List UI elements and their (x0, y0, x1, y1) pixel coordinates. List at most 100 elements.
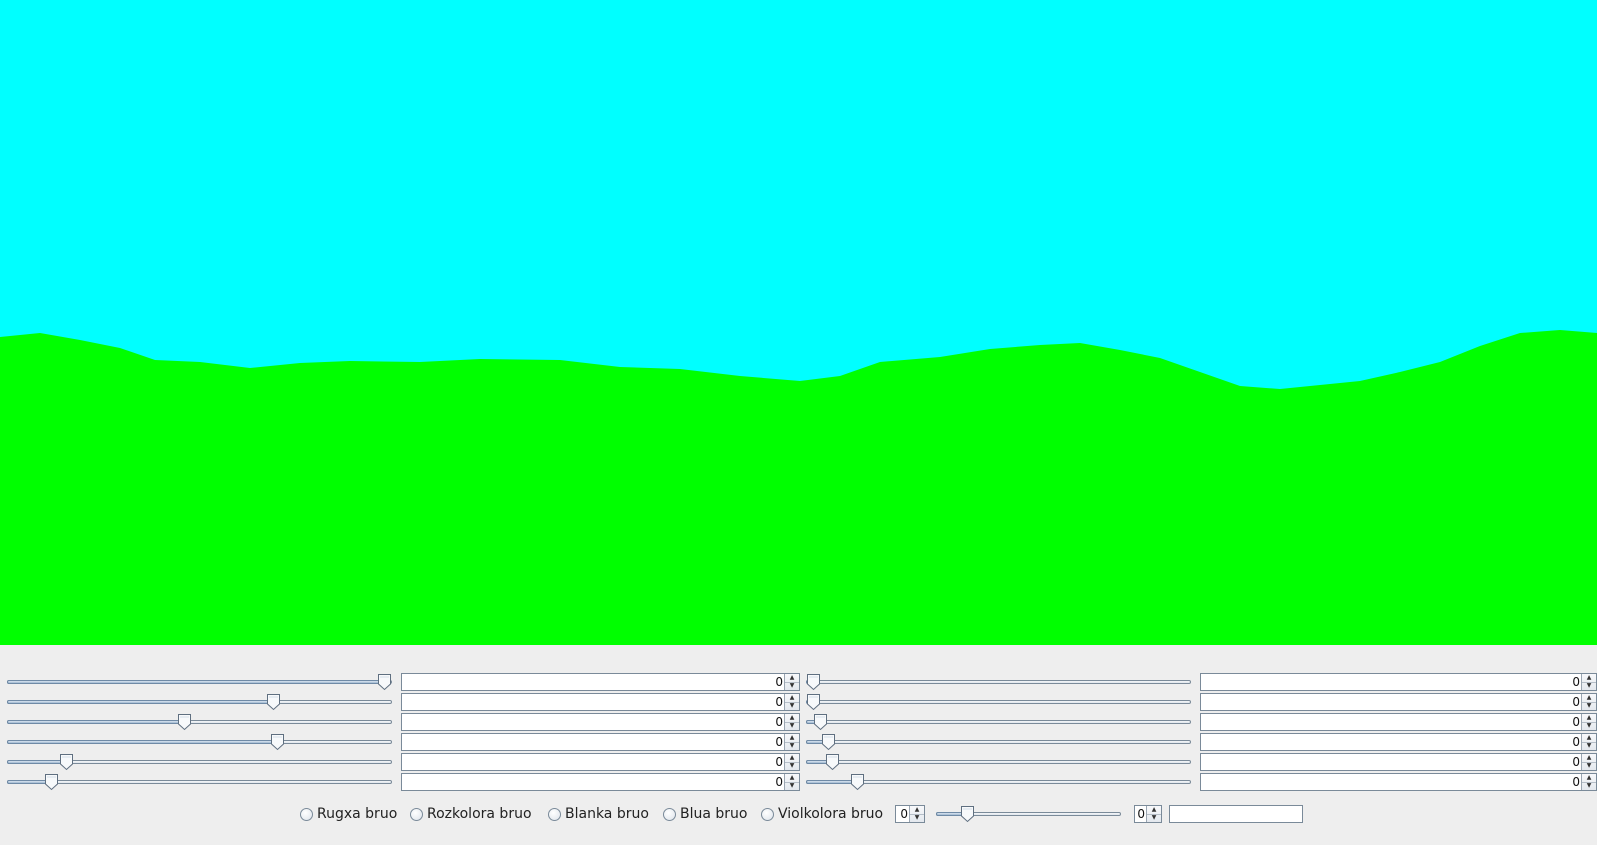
spinner-value[interactable]: 0 (775, 674, 783, 690)
down-arrow-icon[interactable]: ▼ (1582, 742, 1596, 750)
spinner-buttons: ▲ ▼ (1581, 714, 1596, 730)
slider-thumb[interactable] (59, 753, 74, 771)
down-arrow-icon[interactable]: ▼ (1582, 702, 1596, 710)
spinner-value[interactable]: 0 (775, 714, 783, 730)
spinner-buttons: ▲ ▼ (784, 694, 799, 710)
bottom-text-field[interactable] (1169, 805, 1303, 823)
spinner-value[interactable]: 0 (900, 806, 908, 822)
spinner-value[interactable]: 0 (775, 734, 783, 750)
slider-thumb[interactable] (806, 673, 821, 691)
radio-circle[interactable] (300, 808, 313, 821)
slider-thumb[interactable] (850, 773, 865, 791)
spinner-buttons: ▲ ▼ (1581, 734, 1596, 750)
down-arrow-icon[interactable]: ▼ (785, 682, 799, 690)
left-spinner-3[interactable]: 0 ▲ ▼ (401, 713, 800, 731)
text-field-value[interactable] (1170, 810, 1173, 824)
spinner-value[interactable]: 0 (1572, 734, 1580, 750)
spinner-buttons: ▲ ▼ (784, 674, 799, 690)
right-spinner-3[interactable]: 0 ▲ ▼ (1200, 713, 1597, 731)
left-spinner-2[interactable]: 0 ▲ ▼ (401, 693, 800, 711)
slider-thumb[interactable] (377, 673, 392, 691)
slider-track[interactable] (806, 720, 1191, 724)
left-spinner-1[interactable]: 0 ▲ ▼ (401, 673, 800, 691)
down-arrow-icon[interactable]: ▼ (785, 742, 799, 750)
right-slider-4[interactable] (806, 733, 1191, 751)
spinner-value[interactable]: 0 (1137, 806, 1145, 822)
spinner-buttons: ▲ ▼ (784, 734, 799, 750)
slider-thumb[interactable] (266, 693, 281, 711)
left-slider-6[interactable] (7, 773, 392, 791)
right-spinner-6[interactable]: 0 ▲ ▼ (1200, 773, 1597, 791)
right-spinner-4[interactable]: 0 ▲ ▼ (1200, 733, 1597, 751)
slider-thumb[interactable] (960, 805, 975, 823)
bottom-spinner-2[interactable]: 0 ▲ ▼ (1134, 805, 1162, 823)
down-arrow-icon[interactable]: ▼ (785, 722, 799, 730)
left-spinner-5[interactable]: 0 ▲ ▼ (401, 753, 800, 771)
right-spinner-2[interactable]: 0 ▲ ▼ (1200, 693, 1597, 711)
right-spinner-5[interactable]: 0 ▲ ▼ (1200, 753, 1597, 771)
spinner-value[interactable]: 0 (775, 774, 783, 790)
noise-radio-group: Rugxa bruo Rozkolora bruo Blanka bruo Bl… (0, 805, 1597, 823)
left-slider-5[interactable] (7, 753, 392, 771)
slider-thumb[interactable] (821, 733, 836, 751)
radio-label: Blanka bruo (565, 806, 649, 822)
left-slider-3[interactable] (7, 713, 392, 731)
slider-thumb[interactable] (270, 733, 285, 751)
radio-label: Violkolora bruo (778, 806, 884, 822)
slider-fill (7, 740, 277, 744)
spinner-buttons: ▲ ▼ (1581, 774, 1596, 790)
slider-track[interactable] (806, 740, 1191, 744)
left-spinner-4[interactable]: 0 ▲ ▼ (401, 733, 800, 751)
slider-track[interactable] (806, 700, 1191, 704)
left-slider-1[interactable] (7, 673, 392, 691)
right-spinner-1[interactable]: 0 ▲ ▼ (1200, 673, 1597, 691)
right-slider-3[interactable] (806, 713, 1191, 731)
spinner-buttons: ▲ ▼ (1581, 694, 1596, 710)
slider-thumb[interactable] (825, 753, 840, 771)
radio-circle[interactable] (761, 808, 774, 821)
left-slider-2[interactable] (7, 693, 392, 711)
spinner-buttons: ▲ ▼ (1581, 754, 1596, 770)
slider-track[interactable] (806, 760, 1191, 764)
right-slider-6[interactable] (806, 773, 1191, 791)
down-arrow-icon[interactable]: ▼ (910, 814, 924, 822)
slider-track[interactable] (7, 780, 392, 784)
spinner-buttons: ▲ ▼ (1581, 674, 1596, 690)
spinner-value[interactable]: 0 (1572, 674, 1580, 690)
spinner-value[interactable]: 0 (775, 754, 783, 770)
slider-thumb[interactable] (177, 713, 192, 731)
down-arrow-icon[interactable]: ▼ (1582, 722, 1596, 730)
slider-fill (7, 700, 273, 704)
controls-panel: 0 ▲ ▼ 0 ▲ ▼ 0 ▲ ▼ 0 ▲ ▼ 0 ▲ ▼ 0 ▲ ▼ 0 ▲ ▼ 0 ▲ ▼ 0 ▲ ▼ 0 ▲ ▼ 0 ▲ ▼ 0 ▲ ▼ Ru… (0, 645, 1597, 845)
spinner-buttons: ▲ ▼ (1146, 806, 1161, 822)
left-slider-4[interactable] (7, 733, 392, 751)
bottom-spinner-1[interactable]: 0 ▲ ▼ (895, 805, 925, 823)
right-slider-5[interactable] (806, 753, 1191, 771)
spinner-buttons: ▲ ▼ (784, 754, 799, 770)
down-arrow-icon[interactable]: ▼ (1582, 782, 1596, 790)
left-spinner-6[interactable]: 0 ▲ ▼ (401, 773, 800, 791)
radio-label: Blua bruo (680, 806, 748, 822)
slider-thumb[interactable] (44, 773, 59, 791)
slider-thumb[interactable] (813, 713, 828, 731)
down-arrow-icon[interactable]: ▼ (1582, 682, 1596, 690)
down-arrow-icon[interactable]: ▼ (1582, 762, 1596, 770)
slider-thumb[interactable] (806, 693, 821, 711)
spinner-value[interactable]: 0 (1572, 754, 1580, 770)
spinner-value[interactable]: 0 (775, 694, 783, 710)
spinner-value[interactable]: 0 (1572, 714, 1580, 730)
radio-circle[interactable] (548, 808, 561, 821)
bottom-slider[interactable] (936, 805, 1121, 823)
radio-circle[interactable] (410, 808, 423, 821)
right-slider-1[interactable] (806, 673, 1191, 691)
down-arrow-icon[interactable]: ▼ (1147, 814, 1161, 822)
down-arrow-icon[interactable]: ▼ (785, 702, 799, 710)
down-arrow-icon[interactable]: ▼ (785, 762, 799, 770)
spinner-buttons: ▲ ▼ (784, 774, 799, 790)
down-arrow-icon[interactable]: ▼ (785, 782, 799, 790)
slider-track[interactable] (806, 680, 1191, 684)
radio-circle[interactable] (663, 808, 676, 821)
spinner-value[interactable]: 0 (1572, 774, 1580, 790)
spinner-value[interactable]: 0 (1572, 694, 1580, 710)
right-slider-2[interactable] (806, 693, 1191, 711)
